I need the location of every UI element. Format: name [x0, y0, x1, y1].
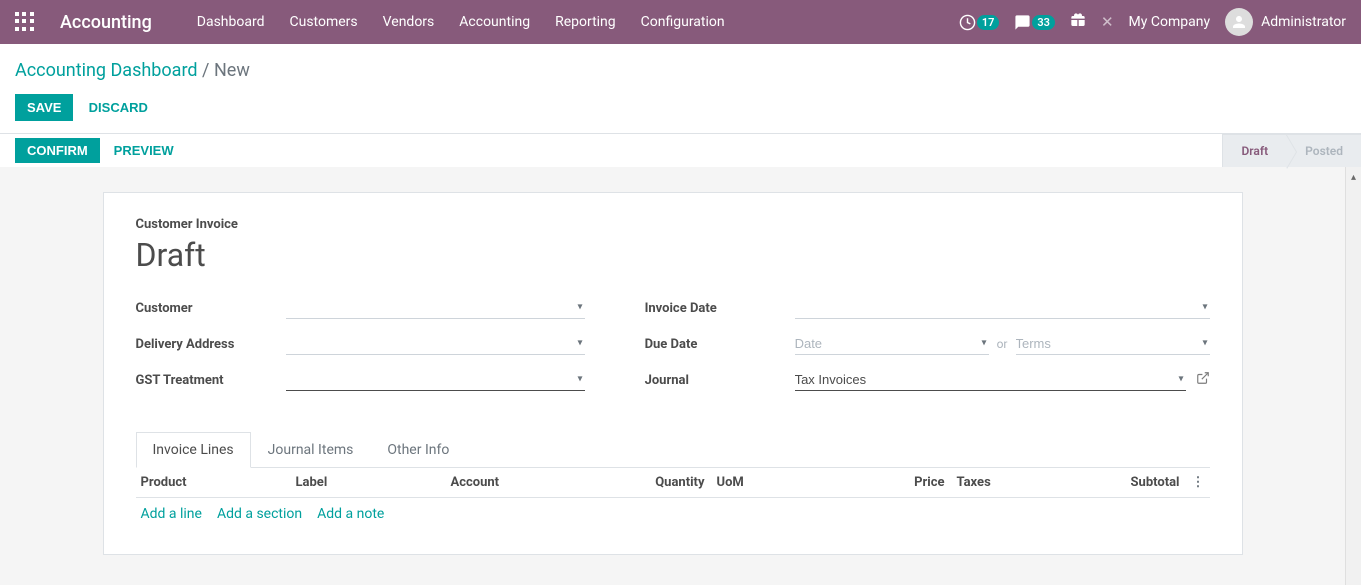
stage-draft[interactable]: Draft: [1222, 134, 1286, 167]
gst-input[interactable]: [286, 369, 585, 391]
row-customer: Customer ▾: [136, 294, 585, 322]
breadcrumb-sep: /: [202, 60, 214, 81]
breadcrumb-bar: Accounting Dashboard / New Save Discard: [0, 44, 1361, 133]
confirm-button[interactable]: Confirm: [15, 138, 100, 163]
nav-configuration[interactable]: Configuration: [641, 14, 725, 30]
row-journal: Journal ▾: [645, 366, 1210, 394]
discard-button[interactable]: Discard: [77, 94, 160, 121]
nav-menu: Dashboard Customers Vendors Accounting R…: [197, 14, 959, 30]
content-wrap: Customer Invoice Draft Customer ▾ Delive…: [0, 167, 1361, 585]
col-price: Price: [770, 475, 945, 490]
scrollbar[interactable]: ▴: [1345, 167, 1361, 585]
avatar: [1225, 8, 1253, 36]
col-quantity: Quantity: [635, 475, 705, 490]
label-gst: GST Treatment: [136, 373, 286, 388]
tabs: Invoice Lines Journal Items Other Info: [136, 432, 1210, 468]
nav-vendors[interactable]: Vendors: [383, 14, 435, 30]
field-journal: ▾: [795, 369, 1186, 391]
action-buttons: Save Discard: [15, 89, 1346, 133]
chat-badge: 33: [1032, 15, 1055, 30]
tab-journal-items[interactable]: Journal Items: [251, 432, 371, 468]
field-delivery: ▾: [286, 333, 585, 355]
col-menu-icon[interactable]: ⋮: [1180, 475, 1205, 490]
top-nav: Accounting Dashboard Customers Vendors A…: [0, 0, 1361, 44]
table-header: Product Label Account Quantity UoM Price…: [136, 468, 1210, 498]
external-link-icon[interactable]: [1196, 371, 1210, 389]
breadcrumb-root[interactable]: Accounting Dashboard: [15, 60, 198, 81]
form-col-left: Customer ▾ Delivery Address ▾ GST Treatm…: [136, 294, 585, 402]
field-due-date-terms: ▾: [1016, 333, 1210, 355]
nav-reporting[interactable]: Reporting: [555, 14, 616, 30]
preview-button[interactable]: Preview: [100, 138, 188, 163]
field-customer: ▾: [286, 297, 585, 319]
add-line-link[interactable]: Add a line: [141, 506, 202, 522]
apps-icon[interactable]: [15, 12, 35, 32]
main-content: Customer Invoice Draft Customer ▾ Delive…: [0, 167, 1345, 585]
status-buttons: Confirm Preview: [15, 134, 188, 167]
nav-customers[interactable]: Customers: [290, 14, 358, 30]
save-button[interactable]: Save: [15, 94, 73, 121]
row-invoice-date: Invoice Date ▾: [645, 294, 1210, 322]
user-menu[interactable]: Administrator: [1225, 8, 1346, 36]
activity-icon[interactable]: 17: [959, 14, 1000, 31]
row-links: Add a line Add a section Add a note: [136, 498, 1210, 530]
row-delivery-address: Delivery Address ▾: [136, 330, 585, 358]
col-product: Product: [141, 475, 296, 490]
nav-accounting[interactable]: Accounting: [459, 14, 530, 30]
user-name: Administrator: [1261, 14, 1346, 30]
status-bar: Confirm Preview Draft Posted: [0, 133, 1361, 167]
activity-badge: 17: [977, 15, 1000, 30]
stage-posted[interactable]: Posted: [1286, 134, 1361, 167]
form-title-small: Customer Invoice: [136, 217, 1210, 232]
nav-dashboard[interactable]: Dashboard: [197, 14, 265, 30]
company-name[interactable]: My Company: [1129, 14, 1211, 30]
field-invoice-date: ▾: [795, 297, 1210, 319]
form-title-big: Draft: [136, 236, 1210, 274]
scroll-up-icon[interactable]: ▴: [1347, 169, 1361, 185]
col-subtotal: Subtotal: [1015, 475, 1180, 490]
status-stages: Draft Posted: [1222, 134, 1361, 167]
due-date-input[interactable]: [795, 333, 989, 355]
form-col-right: Invoice Date ▾ Due Date ▾ or: [645, 294, 1210, 402]
field-gst: ▾: [286, 369, 585, 391]
label-due-date: Due Date: [645, 337, 795, 352]
col-uom: UoM: [705, 475, 770, 490]
breadcrumb-current: New: [214, 60, 250, 81]
label-customer: Customer: [136, 301, 286, 316]
form-sheet: Customer Invoice Draft Customer ▾ Delive…: [103, 192, 1243, 555]
or-text: or: [997, 337, 1008, 351]
chat-icon[interactable]: 33: [1014, 14, 1055, 31]
col-account: Account: [451, 475, 635, 490]
label-delivery: Delivery Address: [136, 337, 286, 352]
form-columns: Customer ▾ Delivery Address ▾ GST Treatm…: [136, 294, 1210, 402]
delivery-input[interactable]: [286, 333, 585, 355]
gift-icon[interactable]: [1070, 12, 1086, 32]
app-title: Accounting: [60, 12, 152, 33]
col-label: Label: [296, 475, 451, 490]
label-invoice-date: Invoice Date: [645, 301, 795, 316]
customer-input[interactable]: [286, 297, 585, 319]
tab-other-info[interactable]: Other Info: [370, 432, 466, 468]
crossed-tools-icon[interactable]: ✕: [1101, 13, 1114, 31]
nav-right: 17 33 ✕ My Company Administrator: [959, 8, 1346, 36]
due-date-group: ▾ or ▾: [795, 333, 1210, 355]
tab-invoice-lines[interactable]: Invoice Lines: [136, 432, 251, 468]
col-taxes: Taxes: [945, 475, 1015, 490]
field-due-date-date: ▾: [795, 333, 989, 355]
add-note-link[interactable]: Add a note: [317, 506, 384, 522]
journal-input[interactable]: [795, 369, 1186, 391]
row-due-date: Due Date ▾ or ▾: [645, 330, 1210, 358]
add-section-link[interactable]: Add a section: [217, 506, 302, 522]
row-gst-treatment: GST Treatment ▾: [136, 366, 585, 394]
breadcrumb: Accounting Dashboard / New: [15, 52, 1346, 89]
invoice-date-input[interactable]: [795, 297, 1210, 319]
label-journal: Journal: [645, 373, 795, 388]
terms-input[interactable]: [1016, 333, 1210, 355]
